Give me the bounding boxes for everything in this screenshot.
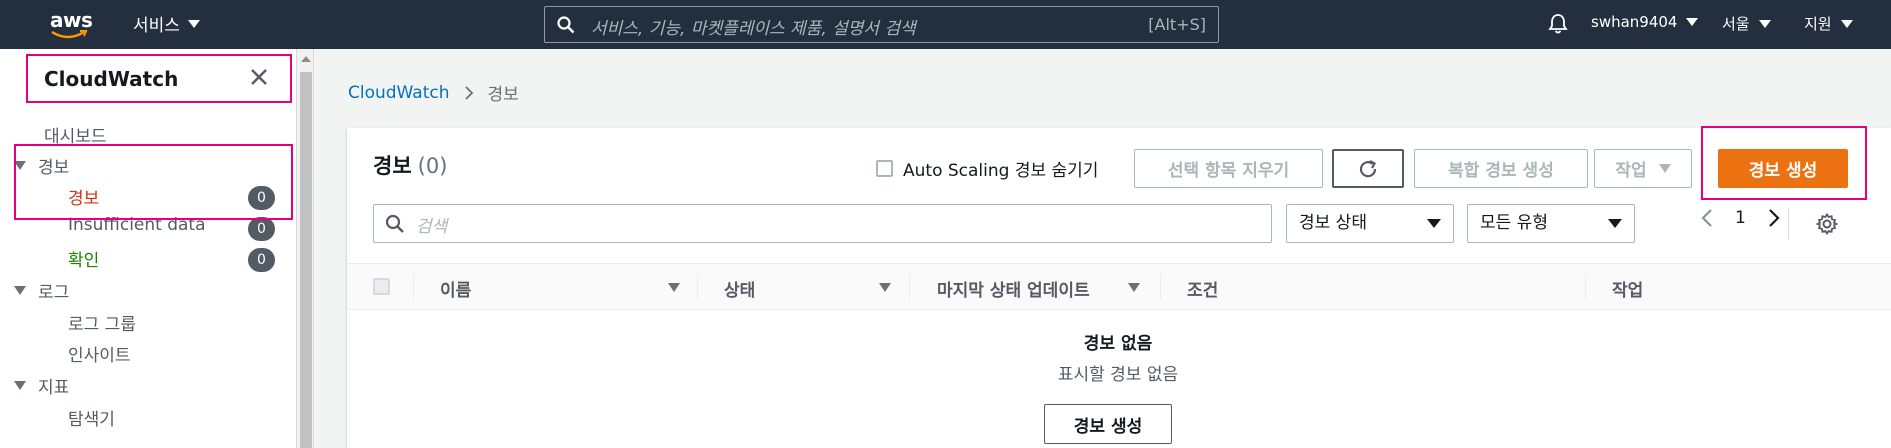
sidebar-scrollbar-thumb[interactable] [300, 72, 312, 448]
notifications-bell-icon[interactable] [1548, 13, 1568, 35]
global-search-input[interactable]: 서비스, 기능, 마켓플레이스 제품, 설명서 검색 [Alt+S] [544, 6, 1219, 43]
alarm-search-placeholder: 검색 [416, 217, 448, 237]
pagination: 1 [1701, 208, 1780, 228]
alarm-type-filter-value: 모든 유형 [1480, 213, 1548, 233]
sidebar-section-metrics[interactable]: 지표 [14, 373, 69, 398]
count-badge: 0 [248, 217, 275, 241]
column-divider [909, 274, 910, 300]
sidebar-section-label: 로그 [38, 283, 70, 303]
hide-autoscaling-label: Auto Scaling 경보 숨기기 [903, 161, 1099, 181]
sidebar-item-insights[interactable]: 인사이트 [68, 341, 131, 366]
region-menu[interactable]: 서울 [1722, 13, 1771, 34]
region-name: 서울 [1722, 15, 1750, 33]
empty-state-create-alarm-button[interactable]: 경보 생성 [1044, 404, 1172, 444]
sidebar-item-explorer[interactable]: 탐색기 [68, 405, 115, 430]
caret-down-icon [1686, 18, 1699, 26]
search-shortcut-hint: [Alt+S] [1148, 15, 1206, 34]
account-name: swhan9404 [1591, 13, 1678, 31]
caret-down-icon [1608, 219, 1622, 228]
hide-autoscaling-toggle[interactable]: Auto Scaling 경보 숨기기 [876, 156, 1098, 181]
refresh-icon [1359, 159, 1377, 177]
hide-autoscaling-checkbox[interactable] [876, 160, 893, 177]
column-divider [413, 274, 414, 300]
alarm-state-filter[interactable]: 경보 상태 [1286, 204, 1454, 243]
aws-logo-text: aws [50, 8, 93, 32]
empty-state-button-label: 경보 생성 [1073, 416, 1143, 437]
caret-down-icon [1840, 19, 1853, 28]
column-divider [697, 274, 698, 300]
sidebar-section-logs[interactable]: 로그 [14, 278, 69, 303]
empty-state-title: 경보 없음 [1083, 334, 1153, 354]
page-title: 경보 (0) [373, 150, 447, 180]
top-navigation-bar: aws 서비스 서비스, 기능, 마켓플레이스 제품, 설명서 검색 [Alt+… [0, 0, 1891, 49]
sort-icon[interactable] [1128, 283, 1140, 292]
sidebar-title: CloudWatch [44, 67, 179, 91]
search-icon [557, 16, 575, 34]
global-search-placeholder: 서비스, 기능, 마켓플레이스 제품, 설명서 검색 [591, 19, 916, 39]
sort-icon[interactable] [668, 283, 680, 292]
close-icon[interactable] [250, 68, 268, 86]
sidebar-section-label: 지표 [38, 378, 70, 398]
column-divider [1585, 274, 1586, 300]
expand-triangle-icon [14, 381, 26, 390]
page-title-text: 경보 [373, 154, 412, 178]
chevron-left-icon[interactable] [1701, 208, 1713, 228]
column-header-name[interactable]: 이름 [440, 276, 471, 301]
breadcrumb: CloudWatch 경보 [348, 80, 519, 106]
caret-down-icon [1758, 19, 1771, 28]
services-label: 서비스 [133, 16, 180, 36]
clear-selection-button[interactable]: 선택 항목 지우기 [1134, 149, 1323, 188]
alarm-state-filter-value: 경보 상태 [1299, 213, 1367, 233]
column-divider [1160, 274, 1161, 300]
chevron-right-icon [464, 85, 473, 100]
empty-state-description: 표시할 경보 없음 [1057, 365, 1179, 385]
actions-label: 작업 [1615, 161, 1647, 181]
panel-header: 경보 (0) Auto Scaling 경보 숨기기 선택 항목 지우기 복합 경… [347, 126, 1891, 264]
support-menu[interactable]: 지원 [1804, 13, 1853, 34]
aws-logo[interactable]: aws [50, 8, 93, 40]
highlight-box [1701, 126, 1867, 200]
scroll-up-arrow-icon[interactable] [301, 56, 311, 62]
sidebar-header: CloudWatch [26, 54, 292, 103]
alarm-type-filter[interactable]: 모든 유형 [1467, 204, 1635, 243]
count-badge: 0 [248, 248, 275, 272]
alarm-count: (0) [417, 154, 448, 178]
breadcrumb-current: 경보 [487, 85, 519, 105]
column-header-conditions: 조건 [1187, 281, 1219, 301]
chevron-right-icon[interactable] [1768, 208, 1780, 228]
breadcrumb-cloudwatch-link[interactable]: CloudWatch [348, 83, 450, 103]
column-header-actions: 작업 [1612, 281, 1644, 301]
side-navigation: CloudWatch 대시보드 경보 경보 0 Insufficient dat… [0, 49, 297, 448]
composite-alarm-label: 복합 경보 생성 [1448, 161, 1554, 181]
expand-triangle-icon [14, 286, 26, 295]
table-header: 이름 상태 마지막 상태 업데이트 조건 작업 [347, 264, 1891, 310]
gear-icon[interactable] [1816, 213, 1838, 235]
actions-dropdown[interactable]: 작업 [1594, 149, 1692, 188]
sidebar-item-ok[interactable]: 확인 [68, 246, 99, 271]
search-icon [385, 214, 404, 233]
divider [1788, 208, 1789, 240]
support-label: 지원 [1804, 15, 1832, 33]
aws-smile-icon [51, 30, 88, 39]
select-all-checkbox[interactable] [373, 278, 390, 295]
column-header-last-update[interactable]: 마지막 상태 업데이트 [937, 276, 1090, 301]
caret-down-icon [1658, 164, 1671, 173]
current-page[interactable]: 1 [1735, 208, 1746, 228]
caret-down-icon [1427, 219, 1441, 228]
sort-icon[interactable] [879, 283, 891, 292]
create-composite-alarm-button[interactable]: 복합 경보 생성 [1414, 149, 1588, 188]
column-header-state[interactable]: 상태 [724, 276, 755, 301]
caret-down-icon [187, 19, 200, 28]
services-menu[interactable]: 서비스 [133, 11, 200, 36]
highlight-box [14, 144, 293, 220]
refresh-button[interactable] [1332, 149, 1404, 188]
clear-selection-label: 선택 항목 지우기 [1167, 161, 1290, 181]
alarms-panel: 경보 (0) Auto Scaling 경보 숨기기 선택 항목 지우기 복합 경… [347, 126, 1891, 448]
account-menu[interactable]: swhan9404 [1591, 13, 1699, 31]
alarm-search-input[interactable]: 검색 [373, 204, 1272, 243]
sidebar-item-log-groups[interactable]: 로그 그룹 [68, 310, 136, 335]
